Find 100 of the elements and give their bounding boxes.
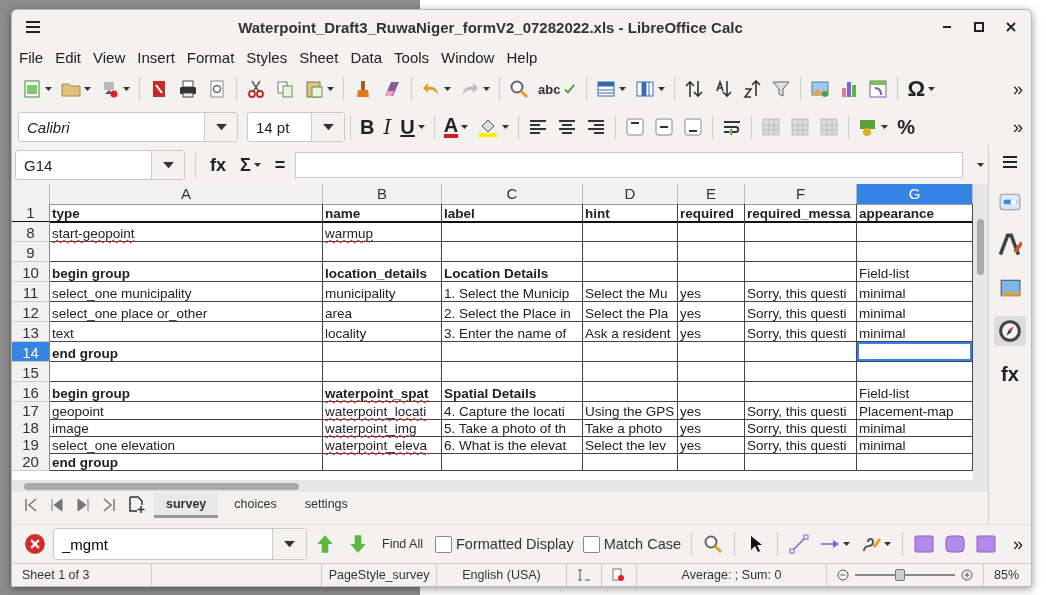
menu-item[interactable]: Tools [389,48,437,66]
menu-item[interactable]: Edit [50,48,89,66]
table-cell: 3. Enter the name of [442,322,583,342]
column-header[interactable]: A [50,184,323,205]
selected-cell[interactable] [857,342,973,362]
column-header[interactable]: E [678,184,745,205]
row-header[interactable]: 12 [12,302,50,322]
column-header[interactable]: B [323,184,442,205]
italic-button[interactable]: I [379,114,396,140]
table-cell: Sorry, this questi [745,282,857,302]
zoom-out-button[interactable] [837,569,849,581]
menu-item[interactable]: Insert [132,48,182,66]
empty-cell [678,222,745,242]
caret-icon [215,123,227,131]
special-character-button[interactable]: Ω [903,76,940,102]
menu-item[interactable]: Sheet [294,48,346,66]
caret-icon [253,163,261,167]
menu-item[interactable]: Format [181,48,242,66]
row-header[interactable]: 19 [12,436,50,454]
caret-icon [884,542,892,546]
row-header[interactable]: 15 [12,362,50,382]
formula-button[interactable]: = [270,151,290,179]
table-cell: yes [678,322,745,342]
row-header[interactable]: 14 [12,342,50,362]
search-field[interactable]: _mgmt [54,534,272,554]
caret-icon [45,87,52,91]
row-header[interactable]: 16 [12,382,50,402]
more-button[interactable]: » [1009,530,1031,558]
menu-item[interactable]: Window [436,48,502,66]
last-icon [101,497,117,513]
underline-button[interactable]: U [396,114,429,140]
percent-button[interactable]: % [893,114,920,140]
columns-grid-icon [635,79,656,99]
menu-icon [24,18,42,36]
row-header[interactable]: 10 [12,262,50,282]
rows-grid-icon [596,79,617,99]
bold-button[interactable]: B [356,114,379,140]
minimize-icon [943,26,951,28]
function-wizard-button[interactable]: fx [206,151,230,179]
table-cell: warmup [323,222,442,242]
column-header[interactable]: C [442,184,583,205]
option-checkbox[interactable]: Match Case [579,535,685,553]
caret-icon [84,87,91,91]
menu-item[interactable]: View [88,48,133,66]
table-cell: label [442,204,583,223]
row-header[interactable]: 20 [12,453,50,471]
menu-item[interactable]: Data [345,48,390,66]
sheet-tab[interactable]: settings [292,492,360,518]
horizontal-scrollbar[interactable] [12,480,988,492]
menu-item[interactable]: Help [501,48,545,66]
square-icon [914,534,935,554]
merge-icon [790,117,811,137]
table-cell: Sorry, this questi [745,322,857,342]
square-icon [976,534,997,554]
option-checkbox[interactable]: Formatted Display [432,535,577,553]
row-header[interactable]: 11 [12,282,50,302]
menu-item[interactable]: Styles [241,48,295,66]
table-cell: waterpoint_eleva [323,436,442,454]
table-cell: select_one municipality [50,282,323,302]
more-button[interactable]: » [1009,113,1031,141]
column-header[interactable]: D [583,184,678,205]
table-cell: Select the Mu [583,282,678,302]
table-cell: Spatial Details [442,382,583,402]
caret-icon [417,125,425,129]
search-box[interactable]: _mgmt [53,528,307,560]
more-button[interactable]: » [1009,75,1031,103]
sheet-tab[interactable]: choices [222,492,289,518]
navigator-button[interactable] [994,316,1026,346]
caret-icon [283,540,296,548]
font-name-field[interactable]: Calibri [18,112,238,142]
spelling-button[interactable]: abc [534,78,582,100]
column-header[interactable]: F [745,184,857,205]
caret-icon [843,542,851,546]
table-cell: Location Details [442,262,583,282]
toggle-icon [999,191,1021,213]
find-all-button[interactable]: Find All [376,536,429,552]
row-header[interactable]: 18 [12,419,50,437]
dropdown-button[interactable] [272,529,306,559]
formula-input-field[interactable] [295,152,963,178]
table-cell: Sorry, this questi [745,436,857,454]
row-header[interactable]: 8 [12,222,50,242]
compass-icon [998,319,1022,343]
font-size-field[interactable]: 14 pt [247,112,345,142]
menu-item[interactable]: File [14,48,51,66]
zoom-in-button[interactable] [961,569,973,581]
table-cell: select_one place or_other [50,302,323,322]
row-header[interactable]: 17 [12,402,50,420]
vertical-scrollbar[interactable] [973,184,988,480]
sheet-tab[interactable]: survey [154,492,219,518]
row-header[interactable]: 9 [12,242,50,262]
row-header[interactable]: 13 [12,322,50,342]
column-header[interactable]: G [857,184,973,205]
caret-icon [502,125,510,129]
sort-icon [684,79,705,99]
styles-icon [998,233,1022,257]
font-color-button[interactable]: A [439,113,473,141]
name-box[interactable]: G14 [15,150,185,180]
functions-button[interactable]: fx [997,360,1023,389]
sum-button[interactable]: Σ [236,151,265,179]
table-cell: Sorry, this questi [745,402,857,420]
